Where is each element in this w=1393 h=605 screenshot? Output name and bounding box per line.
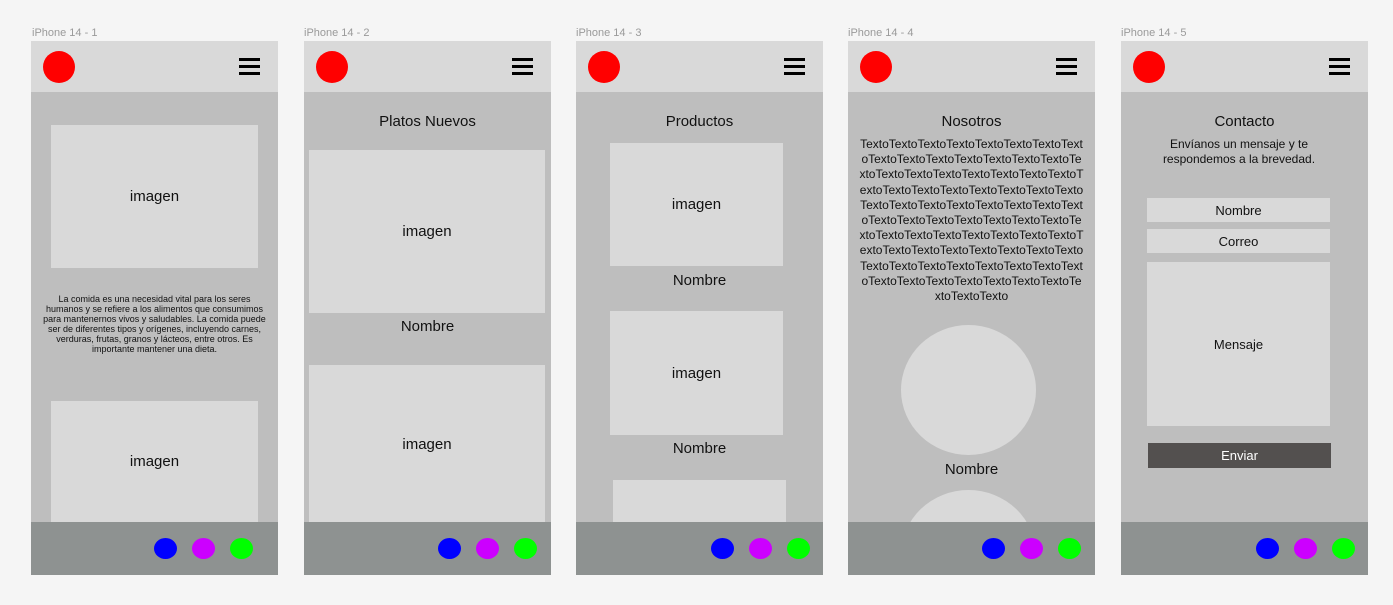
logo-icon[interactable] bbox=[43, 51, 75, 83]
footer-blue-icon[interactable] bbox=[982, 538, 1005, 559]
logo-icon[interactable] bbox=[860, 51, 892, 83]
app-header bbox=[576, 41, 823, 92]
footer-purple-icon[interactable] bbox=[1294, 538, 1317, 559]
about-text: TextoTextoTextoTextoTextoTextoTextoTexto… bbox=[859, 137, 1084, 304]
app-header bbox=[848, 41, 1095, 92]
phone-frame-products: Productos imagen Nombre imagen Nombre bbox=[576, 41, 823, 575]
app-header bbox=[304, 41, 551, 92]
footer-purple-icon[interactable] bbox=[749, 538, 772, 559]
image-placeholder: imagen bbox=[51, 125, 258, 268]
app-footer bbox=[576, 522, 823, 575]
team-photo-placeholder bbox=[901, 325, 1036, 455]
logo-icon[interactable] bbox=[588, 51, 620, 83]
footer-purple-icon[interactable] bbox=[192, 538, 215, 559]
app-footer bbox=[848, 522, 1095, 575]
app-header bbox=[1121, 41, 1368, 92]
contact-subtitle: Envíanos un mensaje y te respondemos a l… bbox=[1162, 137, 1316, 166]
footer-purple-icon[interactable] bbox=[476, 538, 499, 559]
page-title: Contacto bbox=[1214, 113, 1275, 130]
product-name: Nombre bbox=[672, 272, 727, 289]
frame-label-5: iPhone 14 - 5 bbox=[1121, 27, 1187, 39]
footer-blue-icon[interactable] bbox=[438, 538, 461, 559]
page-title: Platos Nuevos bbox=[379, 113, 476, 130]
footer-green-icon[interactable] bbox=[514, 538, 537, 559]
product-name: Nombre bbox=[672, 440, 727, 457]
footer-green-icon[interactable] bbox=[1332, 538, 1355, 559]
team-member-name: Nombre bbox=[944, 461, 999, 478]
image-placeholder: imagen bbox=[51, 401, 258, 522]
page-title: Productos bbox=[665, 113, 734, 130]
hamburger-menu-icon[interactable] bbox=[784, 58, 805, 75]
image-placeholder: imagen bbox=[309, 150, 545, 313]
dish-name: Nombre bbox=[400, 318, 455, 335]
hamburger-menu-icon[interactable] bbox=[239, 58, 260, 75]
frame-label-3: iPhone 14 - 3 bbox=[576, 27, 642, 39]
hamburger-menu-icon[interactable] bbox=[1329, 58, 1350, 75]
logo-icon[interactable] bbox=[1133, 51, 1165, 83]
message-field[interactable]: Mensaje bbox=[1147, 262, 1330, 426]
phone-frame-about: Nosotros TextoTextoTextoTextoTextoTextoT… bbox=[848, 41, 1095, 575]
hamburger-menu-icon[interactable] bbox=[1056, 58, 1077, 75]
phone-frame-home: imagen La comida es una necesidad vital … bbox=[31, 41, 278, 575]
footer-blue-icon[interactable] bbox=[711, 538, 734, 559]
footer-blue-icon[interactable] bbox=[154, 538, 177, 559]
phone-frame-new-dishes: Platos Nuevos imagen Nombre imagen bbox=[304, 41, 551, 575]
send-button[interactable]: Enviar bbox=[1148, 443, 1331, 468]
footer-purple-icon[interactable] bbox=[1020, 538, 1043, 559]
frame-label-2: iPhone 14 - 2 bbox=[304, 27, 370, 39]
footer-green-icon[interactable] bbox=[230, 538, 253, 559]
frame-label-4: iPhone 14 - 4 bbox=[848, 27, 914, 39]
frame-label-1: iPhone 14 - 1 bbox=[32, 27, 98, 39]
page-title: Nosotros bbox=[941, 113, 1002, 130]
hamburger-menu-icon[interactable] bbox=[512, 58, 533, 75]
footer-blue-icon[interactable] bbox=[1256, 538, 1279, 559]
app-footer bbox=[31, 522, 278, 575]
intro-paragraph: La comida es una necesidad vital para lo… bbox=[43, 294, 266, 354]
image-placeholder: imagen bbox=[309, 365, 545, 523]
footer-green-icon[interactable] bbox=[1058, 538, 1081, 559]
footer-green-icon[interactable] bbox=[787, 538, 810, 559]
image-placeholder: imagen bbox=[610, 311, 783, 435]
logo-icon[interactable] bbox=[316, 51, 348, 83]
email-field[interactable]: Correo bbox=[1147, 229, 1330, 253]
app-header bbox=[31, 41, 278, 92]
app-footer bbox=[1121, 522, 1368, 575]
name-field[interactable]: Nombre bbox=[1147, 198, 1330, 222]
phone-frame-contact: Contacto Envíanos un mensaje y te respon… bbox=[1121, 41, 1368, 575]
app-footer bbox=[304, 522, 551, 575]
image-placeholder: imagen bbox=[610, 143, 783, 266]
